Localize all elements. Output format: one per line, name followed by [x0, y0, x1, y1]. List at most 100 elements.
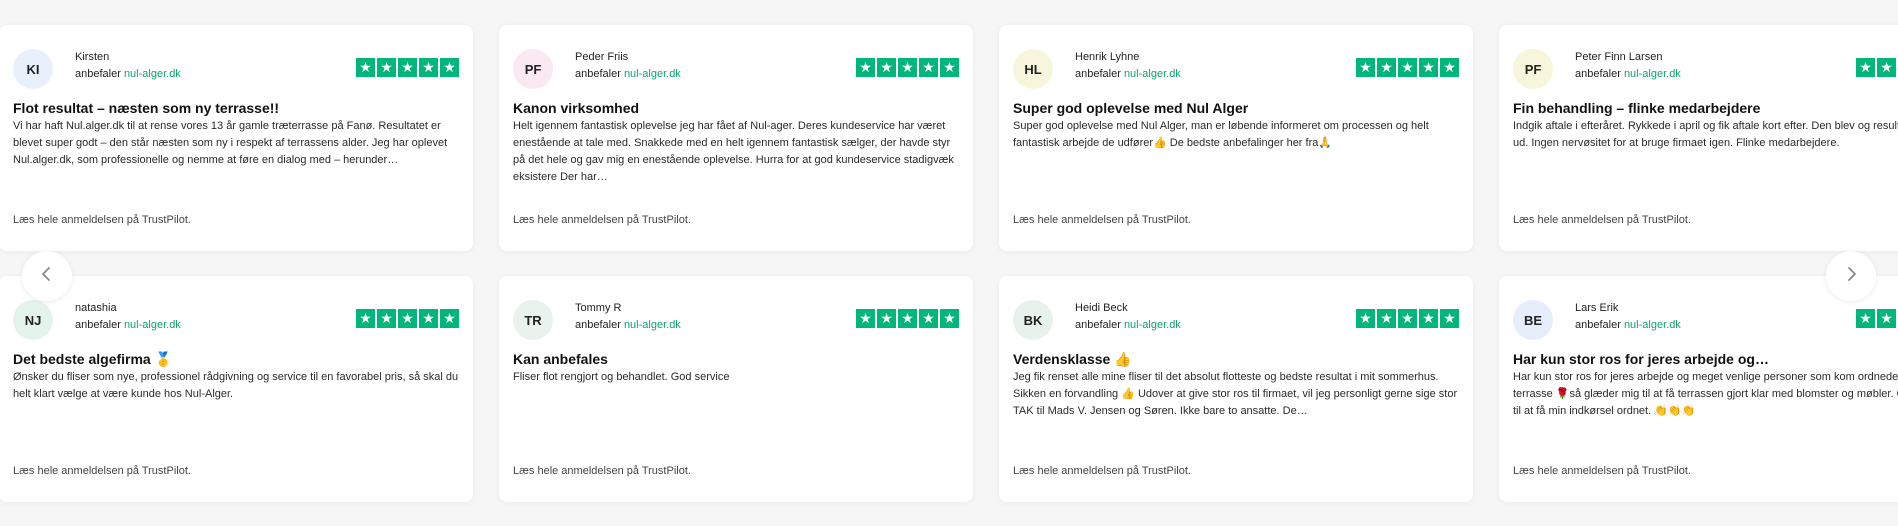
star-rating: ★★★★★ [1856, 58, 1898, 77]
review-body: Indgik aftale i efteråret. Rykkede i apr… [1513, 120, 1898, 149]
review-body: Har kun stor ros for jeres arbejde og me… [1513, 371, 1898, 417]
review-card: BK Heidi Beck anbefaler nul-alger.dk ★ ★ ★… [999, 276, 1473, 502]
read-more-link[interactable]: Læs hele anmeldelsen på TrustPilot. [13, 465, 191, 477]
star-icon: ★ [856, 309, 875, 328]
review-title: Det bedste algefirma 🥇 [13, 351, 173, 367]
star-icon: ★ [877, 309, 896, 328]
reviewer-name: Lars Erik [1575, 302, 1619, 314]
star-icon: ★ [1419, 58, 1438, 77]
star-icon: ★ [419, 58, 438, 77]
site-link[interactable]: nul-alger.dk [1624, 68, 1681, 80]
star-icon: ★ [1398, 309, 1417, 328]
site-link[interactable]: nul-alger.dk [1124, 68, 1181, 80]
read-more-link[interactable]: Læs hele anmeldelsen på TrustPilot. [1513, 465, 1691, 477]
reviewer-name: Kirsten [75, 51, 110, 63]
star-icon: ★ [919, 309, 938, 328]
review-card: TR Tommy R anbefaler nul-alger.dk ★ ★ ★ ★ ★ … [499, 276, 973, 502]
review-card: NJ natashia anbefaler nul-alger.dk ★ ★ ★ ★ ★… [0, 276, 473, 502]
read-more-link[interactable]: Læs hele anmeldelsen på TrustPilot. [513, 214, 691, 226]
review-title: Kanon virksomhed [513, 100, 640, 116]
star-icon: ★ [1356, 309, 1375, 328]
site-link[interactable]: nul-alger.dk [124, 319, 181, 331]
review-body: Helt igennem fantastisk oplevelse jeg ha… [513, 120, 954, 183]
site-link[interactable]: nul-alger.dk [624, 68, 681, 80]
recommend-prefix: anbefaler [1075, 319, 1121, 331]
read-more-link[interactable]: Læs hele anmeldelsen på TrustPilot. [513, 465, 691, 477]
recommend-line: anbefaler nul-alger.dk [75, 68, 181, 80]
reviewer-name: Heidi Beck [1075, 302, 1128, 314]
recommend-prefix: anbefaler [575, 319, 621, 331]
carousel-prev-button[interactable] [22, 251, 72, 301]
star-rating: ★★★★★ [1356, 309, 1459, 328]
read-more-link[interactable]: Læs hele anmeldelsen på TrustPilot. [1013, 214, 1191, 226]
review-body: Jeg fik renset alle mine fliser til det … [1013, 371, 1458, 417]
reviewer-name: natashia [75, 302, 117, 314]
review-card: PF Peder Friis anbefaler nul-alger.dk ★ ★… [499, 25, 973, 251]
chevron-left-icon [39, 266, 55, 287]
site-link[interactable]: nul-alger.dk [124, 68, 181, 80]
star-icon: ★ [440, 309, 459, 328]
reviewer-name: Peder Friis [575, 51, 629, 63]
carousel-next-button[interactable] [1826, 251, 1876, 301]
star-icon: ★ [856, 58, 875, 77]
recommend-prefix: anbefaler [75, 319, 121, 331]
recommend-prefix: anbefaler [575, 68, 621, 80]
star-icon: ★ [398, 309, 417, 328]
star-icon: ★ [1377, 309, 1396, 328]
avatar: BE [1513, 300, 1553, 340]
star-icon: ★ [1440, 58, 1459, 77]
recommend-prefix: anbefaler [1075, 68, 1121, 80]
avatar: TR [513, 300, 553, 340]
site-link[interactable]: nul-alger.dk [624, 319, 681, 331]
recommend-prefix: anbefaler [75, 68, 121, 80]
read-more-link[interactable]: Læs hele anmeldelsen på TrustPilot. [13, 214, 191, 226]
star-icon: ★ [440, 58, 459, 77]
star-icon: ★ [1856, 309, 1875, 328]
star-icon: ★ [1877, 309, 1896, 328]
reviewer-name: Peter Finn Larsen [1575, 51, 1663, 63]
star-icon: ★ [1377, 58, 1396, 77]
star-icon: ★ [898, 309, 917, 328]
review-title: Kan anbefales [513, 351, 608, 367]
read-more-link[interactable]: Læs hele anmeldelsen på TrustPilot. [1013, 465, 1191, 477]
chevron-right-icon [1843, 266, 1859, 287]
recommend-line: anbefaler nul-alger.dk [575, 68, 681, 80]
site-link[interactable]: nul-alger.dk [1124, 319, 1181, 331]
star-rating: ★★★★★ [356, 309, 459, 328]
star-icon: ★ [356, 58, 375, 77]
avatar: NJ [13, 300, 53, 340]
star-icon: ★ [1440, 309, 1459, 328]
star-rating: ★★★★★ [856, 58, 959, 77]
read-more-link[interactable]: Læs hele anmeldelsen på TrustPilot. [1513, 214, 1691, 226]
star-icon: ★ [1398, 58, 1417, 77]
avatar: PF [1513, 49, 1553, 89]
review-body: Vi har haft Nul.alger.dk til at rense vo… [13, 120, 448, 166]
star-icon: ★ [1419, 309, 1438, 328]
review-title: Fin behandling – flinke medarbejdere [1513, 100, 1761, 116]
recommend-line: anbefaler nul-alger.dk [1575, 68, 1681, 80]
star-rating: ★★★★★ [1356, 58, 1459, 77]
star-icon: ★ [377, 309, 396, 328]
recommend-line: anbefaler nul-alger.dk [1075, 319, 1181, 331]
site-link[interactable]: nul-alger.dk [1624, 319, 1681, 331]
star-icon: ★ [940, 58, 959, 77]
recommend-line: anbefaler nul-alger.dk [575, 319, 681, 331]
avatar: BK [1013, 300, 1053, 340]
review-card: PF Peter Finn Larsen anbefaler nul-alger… [1499, 25, 1898, 251]
recommend-line: anbefaler nul-alger.dk [1075, 68, 1181, 80]
avatar: PF [513, 49, 553, 89]
star-rating: ★★★★★ [856, 309, 959, 328]
star-icon: ★ [377, 58, 396, 77]
review-card: KI Kirsten anbefaler nul-alger.dk ★ ★ ★ ★ ★ … [0, 25, 473, 251]
review-body: Super god oplevelse med Nul Alger, man e… [1013, 120, 1429, 149]
reviews-carousel: KI Kirsten anbefaler nul-alger.dk ★ ★ ★ ★ ★ … [0, 0, 1898, 526]
star-icon: ★ [877, 58, 896, 77]
reviewer-name: Tommy R [575, 302, 622, 314]
review-card: BE Lars Erik anbefaler nul-alger.dk ★★★★… [1499, 276, 1898, 502]
review-body: Fliser flot rengjort og behandlet. God s… [513, 371, 730, 383]
recommend-line: anbefaler nul-alger.dk [75, 319, 181, 331]
review-title: Super god oplevelse med Nul Alger [1013, 100, 1249, 116]
recommend-prefix: anbefaler [1575, 319, 1621, 331]
star-icon: ★ [940, 309, 959, 328]
review-title: Flot resultat – næsten som ny terrasse!! [13, 100, 280, 116]
